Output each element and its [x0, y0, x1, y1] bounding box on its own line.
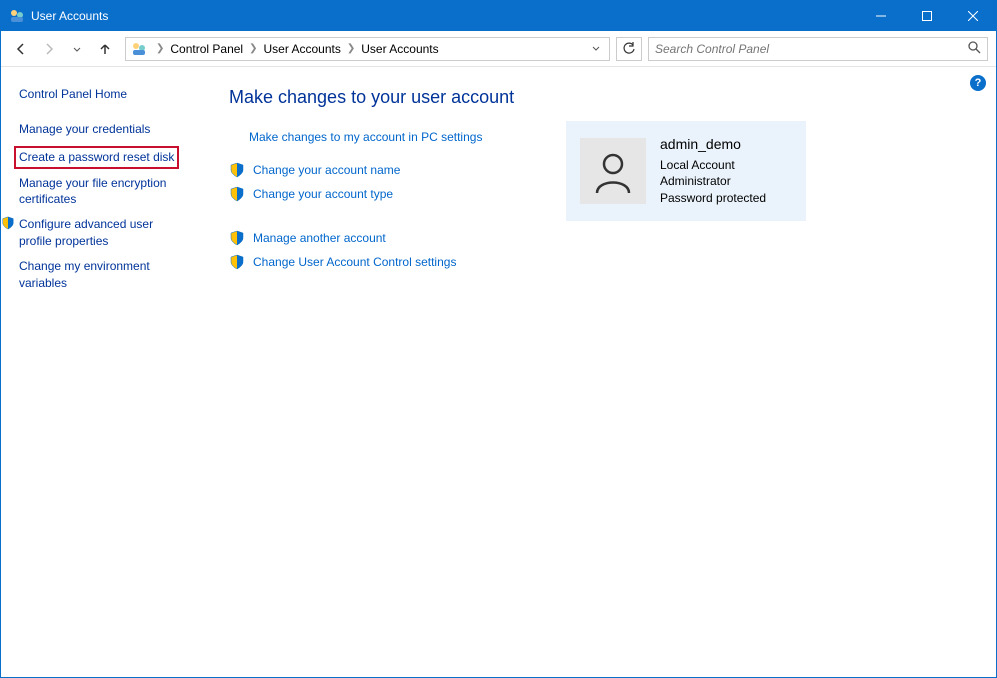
- shield-icon: [229, 230, 245, 246]
- up-button[interactable]: [93, 37, 117, 61]
- sidebar-item-label: Manage your credentials: [19, 121, 150, 138]
- chevron-right-icon[interactable]: ❯: [245, 43, 261, 54]
- window-title: User Accounts: [31, 9, 858, 23]
- sidebar-item-label: Configure advanced user profile properti…: [19, 216, 189, 250]
- breadcrumb-user-accounts[interactable]: User Accounts: [262, 42, 343, 56]
- chevron-right-icon[interactable]: ❯: [343, 43, 359, 54]
- nav-arrows: [9, 37, 117, 61]
- content-area: ? Control Panel Home Manage your credent…: [1, 67, 996, 677]
- user-panel: admin_demo Local Account Administrator P…: [566, 121, 806, 221]
- control-panel-home-link[interactable]: Control Panel Home: [19, 87, 211, 101]
- avatar: [580, 138, 646, 204]
- title-bar: User Accounts: [1, 1, 996, 31]
- user-account-type: Local Account: [660, 157, 766, 174]
- refresh-button[interactable]: [616, 37, 642, 61]
- user-accounts-icon: [130, 40, 148, 58]
- sidebar-item-label: Create a password reset disk: [19, 150, 174, 164]
- sidebar-item-label: Change my environment variables: [19, 258, 189, 292]
- close-button[interactable]: [950, 1, 996, 31]
- shield-icon: [229, 186, 245, 202]
- address-bar[interactable]: ❯ Control Panel ❯ User Accounts ❯ User A…: [125, 37, 610, 61]
- sidebar-item-credentials[interactable]: Manage your credentials: [19, 121, 211, 138]
- shield-icon: [1, 216, 15, 230]
- sidebar-item-encryption[interactable]: Manage your file encryption certificates: [19, 175, 211, 209]
- sidebar-item-label: Manage your file encryption certificates: [19, 175, 189, 209]
- main-panel: Make changes to your user account Make c…: [211, 67, 996, 677]
- search-icon[interactable]: [967, 40, 981, 57]
- forward-button[interactable]: [37, 37, 61, 61]
- shield-icon: [229, 254, 245, 270]
- recent-dropdown[interactable]: [65, 37, 89, 61]
- shield-icon: [229, 162, 245, 178]
- link-change-type[interactable]: Change your account type: [253, 187, 393, 201]
- breadcrumb-control-panel[interactable]: Control Panel: [168, 42, 245, 56]
- user-password-status: Password protected: [660, 190, 766, 207]
- sidebar: Control Panel Home Manage your credentia…: [1, 67, 211, 677]
- minimize-button[interactable]: [858, 1, 904, 31]
- link-change-name[interactable]: Change your account name: [253, 163, 400, 177]
- address-dropdown[interactable]: [587, 42, 605, 56]
- help-icon[interactable]: ?: [970, 75, 986, 91]
- user-accounts-icon: [9, 8, 25, 24]
- maximize-button[interactable]: [904, 1, 950, 31]
- sidebar-item-password-reset[interactable]: Create a password reset disk: [14, 146, 179, 169]
- link-pc-settings[interactable]: Make changes to my account in PC setting…: [249, 130, 482, 144]
- breadcrumb-user-accounts-2[interactable]: User Accounts: [359, 42, 440, 56]
- search-input[interactable]: [655, 42, 967, 56]
- window-controls: [858, 1, 996, 31]
- user-info: admin_demo Local Account Administrator P…: [660, 135, 766, 207]
- link-uac-settings[interactable]: Change User Account Control settings: [253, 255, 456, 269]
- sidebar-item-profile[interactable]: Configure advanced user profile properti…: [19, 216, 211, 250]
- link-manage-another[interactable]: Manage another account: [253, 231, 386, 245]
- chevron-right-icon[interactable]: ❯: [152, 43, 168, 54]
- search-box[interactable]: [648, 37, 988, 61]
- sidebar-item-env-vars[interactable]: Change my environment variables: [19, 258, 211, 292]
- toolbar: ❯ Control Panel ❯ User Accounts ❯ User A…: [1, 31, 996, 67]
- user-role: Administrator: [660, 173, 766, 190]
- back-button[interactable]: [9, 37, 33, 61]
- page-title: Make changes to your user account: [229, 87, 972, 108]
- user-name: admin_demo: [660, 135, 766, 155]
